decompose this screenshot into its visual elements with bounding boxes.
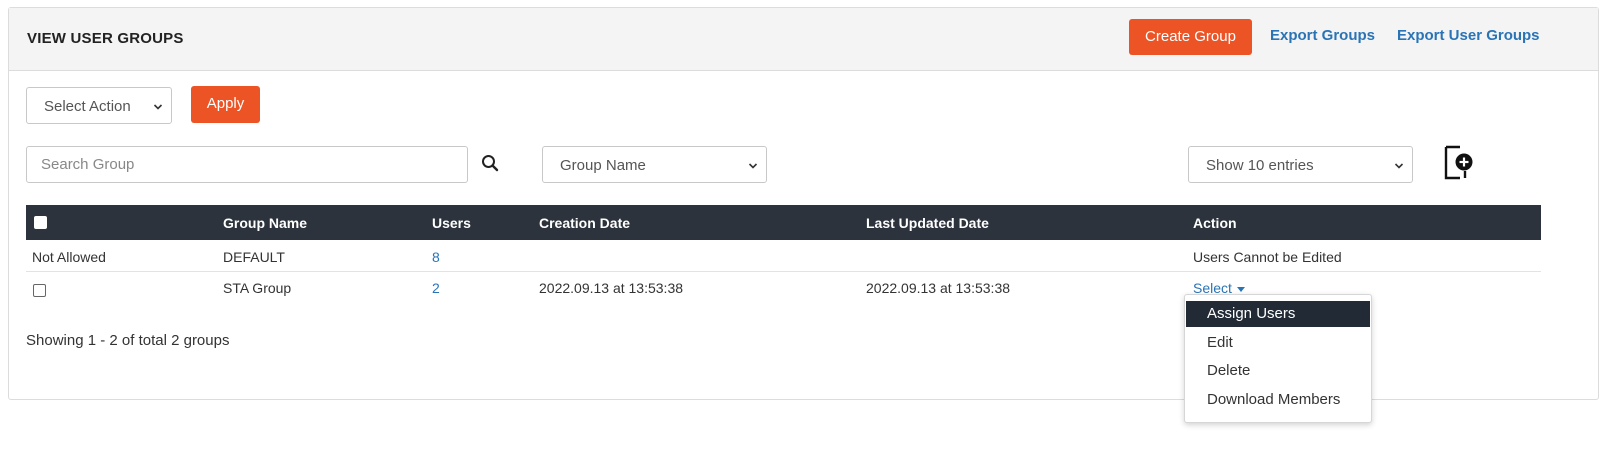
- search-input[interactable]: [26, 146, 468, 183]
- menu-item-edit[interactable]: Edit: [1186, 330, 1370, 356]
- column-header-last-updated-date[interactable]: Last Updated Date: [866, 215, 989, 231]
- users-count-link[interactable]: 8: [432, 249, 440, 265]
- search-column-select[interactable]: Group Name: [542, 146, 767, 183]
- create-group-button[interactable]: Create Group: [1129, 19, 1252, 55]
- action-cell: Users Cannot be Edited: [1193, 249, 1342, 265]
- menu-item-delete[interactable]: Delete: [1186, 358, 1370, 384]
- page-title: VIEW USER GROUPS: [27, 30, 184, 47]
- search-icon[interactable]: [481, 154, 499, 172]
- menu-item-assign-users[interactable]: Assign Users: [1186, 301, 1370, 327]
- group-name-cell: DEFAULT: [223, 249, 285, 265]
- apply-button[interactable]: Apply: [191, 86, 260, 123]
- table-summary: Showing 1 - 2 of total 2 groups: [26, 332, 230, 349]
- panel-header: VIEW USER GROUPS Create Group Export Gro…: [9, 8, 1598, 71]
- document-plus-icon[interactable]: [1443, 145, 1477, 181]
- groups-table: Group Name Users Creation Date Last Upda…: [26, 205, 1541, 302]
- page-size-select[interactable]: Show 10 entries: [1188, 146, 1413, 183]
- group-name-cell: STA Group: [223, 280, 292, 296]
- select-all-checkbox[interactable]: [34, 216, 47, 229]
- creation-date-cell: 2022.09.13 at 13:53:38: [539, 280, 684, 296]
- table-header: Group Name Users Creation Date Last Upda…: [26, 205, 1541, 240]
- chevron-down-icon: [748, 163, 758, 169]
- caret-down-icon: [1236, 286, 1245, 292]
- table-row: Not Allowed DEFAULT 8 Users Cannot be Ed…: [26, 240, 1541, 272]
- column-header-action: Action: [1193, 215, 1237, 231]
- chevron-down-icon: [153, 104, 163, 110]
- chevron-down-icon: [1394, 163, 1404, 169]
- column-header-users[interactable]: Users: [432, 215, 471, 231]
- page-size-value: Show 10 entries: [1206, 157, 1314, 174]
- last-updated-cell: 2022.09.13 at 13:53:38: [866, 280, 1011, 296]
- menu-item-download-members[interactable]: Download Members: [1186, 387, 1370, 413]
- bulk-action-select[interactable]: Select Action: [26, 87, 172, 124]
- export-user-groups-link[interactable]: Export User Groups: [1397, 27, 1540, 44]
- search-column-value: Group Name: [560, 157, 646, 174]
- action-dropdown-menu: Assign Users Edit Delete Download Member…: [1184, 294, 1372, 423]
- column-header-creation-date[interactable]: Creation Date: [539, 215, 630, 231]
- export-groups-link[interactable]: Export Groups: [1270, 27, 1375, 44]
- bulk-action-value: Select Action: [44, 98, 131, 115]
- selection-status: Not Allowed: [32, 249, 106, 265]
- users-count-link[interactable]: 2: [432, 280, 440, 296]
- row-checkbox[interactable]: [33, 284, 46, 297]
- column-header-group-name[interactable]: Group Name: [223, 215, 307, 231]
